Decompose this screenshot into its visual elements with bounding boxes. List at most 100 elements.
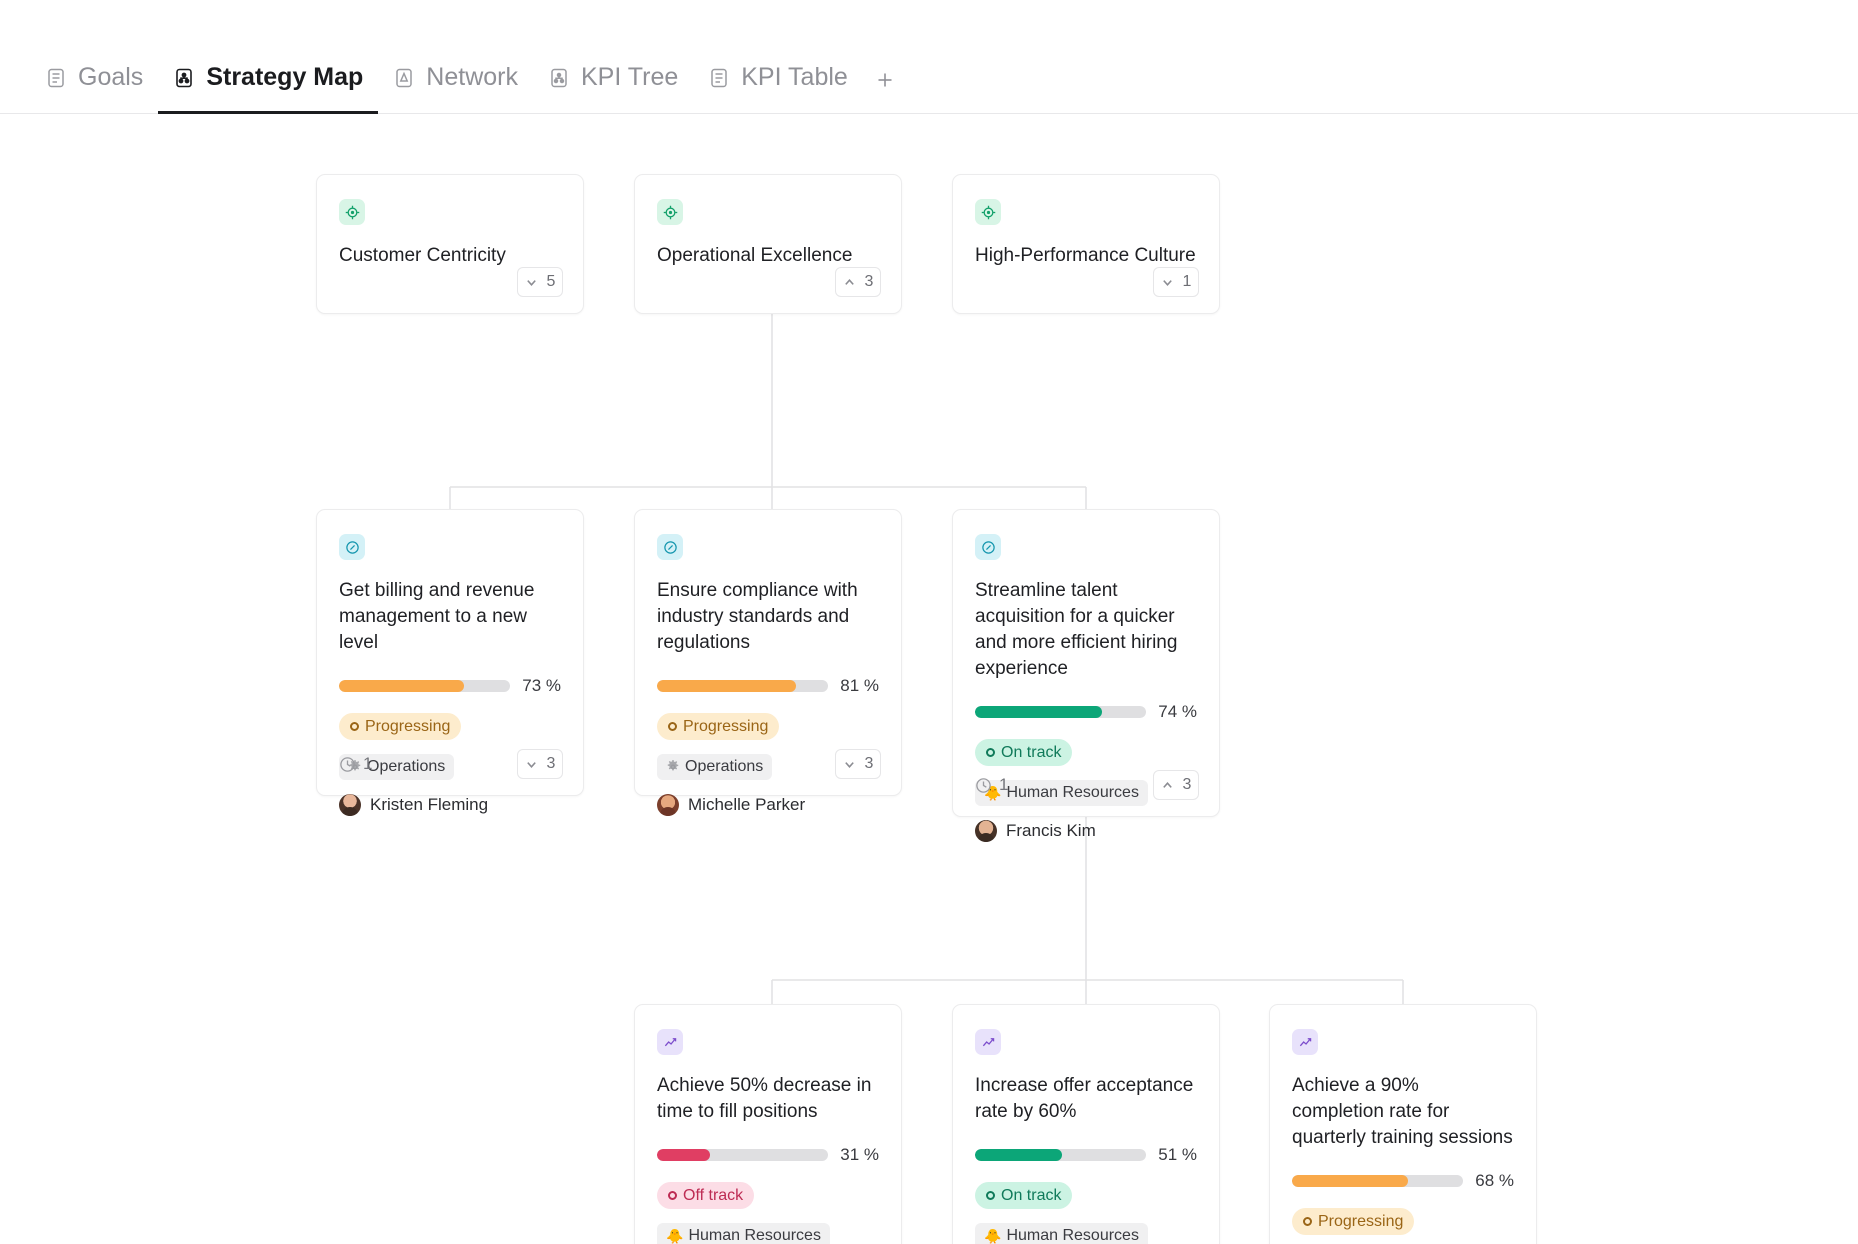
owner-name: Francis Kim [1006, 821, 1096, 841]
perspective-title: High-Performance Culture [975, 243, 1197, 269]
chevron-down-icon [525, 758, 538, 771]
chevron-down-icon [843, 758, 856, 771]
kpi-tree-icon [548, 67, 570, 89]
tab-label: Network [426, 63, 518, 92]
compass-icon [975, 534, 1001, 560]
avatar [975, 820, 997, 842]
tab-network[interactable]: Network [378, 63, 533, 113]
tab-kpi-table[interactable]: KPI Table [693, 63, 863, 113]
tab-goals[interactable]: Goals [30, 63, 158, 113]
collapse-toggle[interactable]: 3 [1153, 770, 1199, 800]
perspective-card[interactable]: Operational Excellence 3 [634, 174, 902, 314]
status-label: On track [1001, 1187, 1061, 1205]
chevron-up-icon [843, 276, 856, 289]
status-label: On track [1001, 744, 1061, 762]
goal-card[interactable]: Ensure compliance with industry standard… [634, 509, 902, 796]
progress-fill [975, 706, 1102, 718]
progress-track [339, 680, 510, 692]
goal-card[interactable]: Get billing and revenue management to a … [316, 509, 584, 796]
status-badge: On track [975, 1182, 1072, 1209]
task-count: 1 [975, 775, 1008, 795]
progress: 31 % [657, 1145, 879, 1165]
progress: 51 % [975, 1145, 1197, 1165]
view-tab-bar: Goals Strategy Map Network [0, 0, 1858, 114]
owner: Kristen Fleming [339, 794, 561, 816]
card-footer: 8 [657, 1237, 881, 1244]
task-count: 1 [339, 754, 372, 774]
collapse-toggle[interactable]: 3 [835, 749, 881, 779]
owner-name: Kristen Fleming [370, 795, 488, 815]
strategy-map-canvas: Customer Centricity 5 Operational Excell… [0, 114, 1858, 1244]
card-footer: 7 [975, 1237, 1199, 1244]
kpi-card[interactable]: Achieve a 90% completion rate for quarte… [1269, 1004, 1537, 1244]
tab-label: KPI Tree [581, 63, 678, 92]
perspective-title: Customer Centricity [339, 243, 561, 269]
tab-kpi-tree[interactable]: KPI Tree [533, 63, 693, 113]
owner-name: Michelle Parker [688, 795, 805, 815]
child-count: 3 [547, 755, 556, 773]
compass-icon [339, 534, 365, 560]
progress-track [657, 680, 828, 692]
status-dot-icon [350, 722, 359, 731]
collapse-toggle[interactable]: 3 [835, 267, 881, 297]
progress-fill [657, 680, 796, 692]
progress-fill [657, 1149, 710, 1161]
target-icon [975, 199, 1001, 225]
progress-label: 74 % [1158, 702, 1197, 722]
kpi-card[interactable]: Achieve 50% decrease in time to fill pos… [634, 1004, 902, 1244]
progress: 74 % [975, 702, 1197, 722]
status-badge: Off track [657, 1182, 754, 1209]
progress: 68 % [1292, 1171, 1514, 1191]
perspective-card[interactable]: Customer Centricity 5 [316, 174, 584, 314]
status-label: Off track [683, 1187, 743, 1205]
status-label: Progressing [1318, 1213, 1403, 1231]
status-badge: Progressing [1292, 1208, 1414, 1235]
network-icon [393, 67, 415, 89]
child-count: 3 [1183, 776, 1192, 794]
target-icon [339, 199, 365, 225]
progress-label: 73 % [522, 676, 561, 696]
progress-track [657, 1149, 828, 1161]
status-label: Progressing [365, 718, 450, 736]
child-count: 1 [1183, 273, 1192, 291]
collapse-toggle[interactable]: 3 [517, 749, 563, 779]
status-dot-icon [986, 1191, 995, 1200]
goal-title: Streamline talent acquisition for a quic… [975, 578, 1197, 682]
kpi-card[interactable]: Increase offer acceptance rate by 60% 51… [952, 1004, 1220, 1244]
child-count: 3 [865, 755, 874, 773]
clock-icon [975, 777, 992, 794]
document-icon [708, 67, 730, 89]
card-footer: 1 3 [975, 770, 1199, 800]
progress-fill [1292, 1175, 1408, 1187]
chevron-down-icon [1161, 276, 1174, 289]
tab-label: KPI Table [741, 63, 848, 92]
tab-strategy-map[interactable]: Strategy Map [158, 63, 378, 113]
footer-spacer [657, 764, 658, 765]
status-dot-icon [668, 722, 677, 731]
collapse-toggle[interactable]: 5 [517, 267, 563, 297]
status-badge: On track [975, 739, 1072, 766]
chevron-up-icon [1161, 779, 1174, 792]
owner: Michelle Parker [657, 794, 879, 816]
add-tab-button[interactable] [863, 68, 907, 113]
owner: Francis Kim [975, 820, 1197, 842]
kpi-title: Achieve 50% decrease in time to fill pos… [657, 1073, 879, 1125]
compass-icon [657, 534, 683, 560]
chart-line-icon [1292, 1029, 1318, 1055]
progress-label: 51 % [1158, 1145, 1197, 1165]
connector-edges [0, 114, 1858, 1244]
progress-fill [975, 1149, 1062, 1161]
progress-track [975, 1149, 1146, 1161]
document-icon [45, 67, 67, 89]
goal-card[interactable]: Streamline talent acquisition for a quic… [952, 509, 1220, 817]
goal-title: Ensure compliance with industry standard… [657, 578, 879, 656]
collapse-toggle[interactable]: 1 [1153, 267, 1199, 297]
perspective-card[interactable]: High-Performance Culture 1 [952, 174, 1220, 314]
status-label: Progressing [683, 718, 768, 736]
child-count: 5 [547, 273, 556, 291]
kpi-title: Increase offer acceptance rate by 60% [975, 1073, 1197, 1125]
chart-line-icon [657, 1029, 683, 1055]
task-count-value: 1 [999, 775, 1008, 795]
child-count: 3 [865, 273, 874, 291]
progress: 81 % [657, 676, 879, 696]
